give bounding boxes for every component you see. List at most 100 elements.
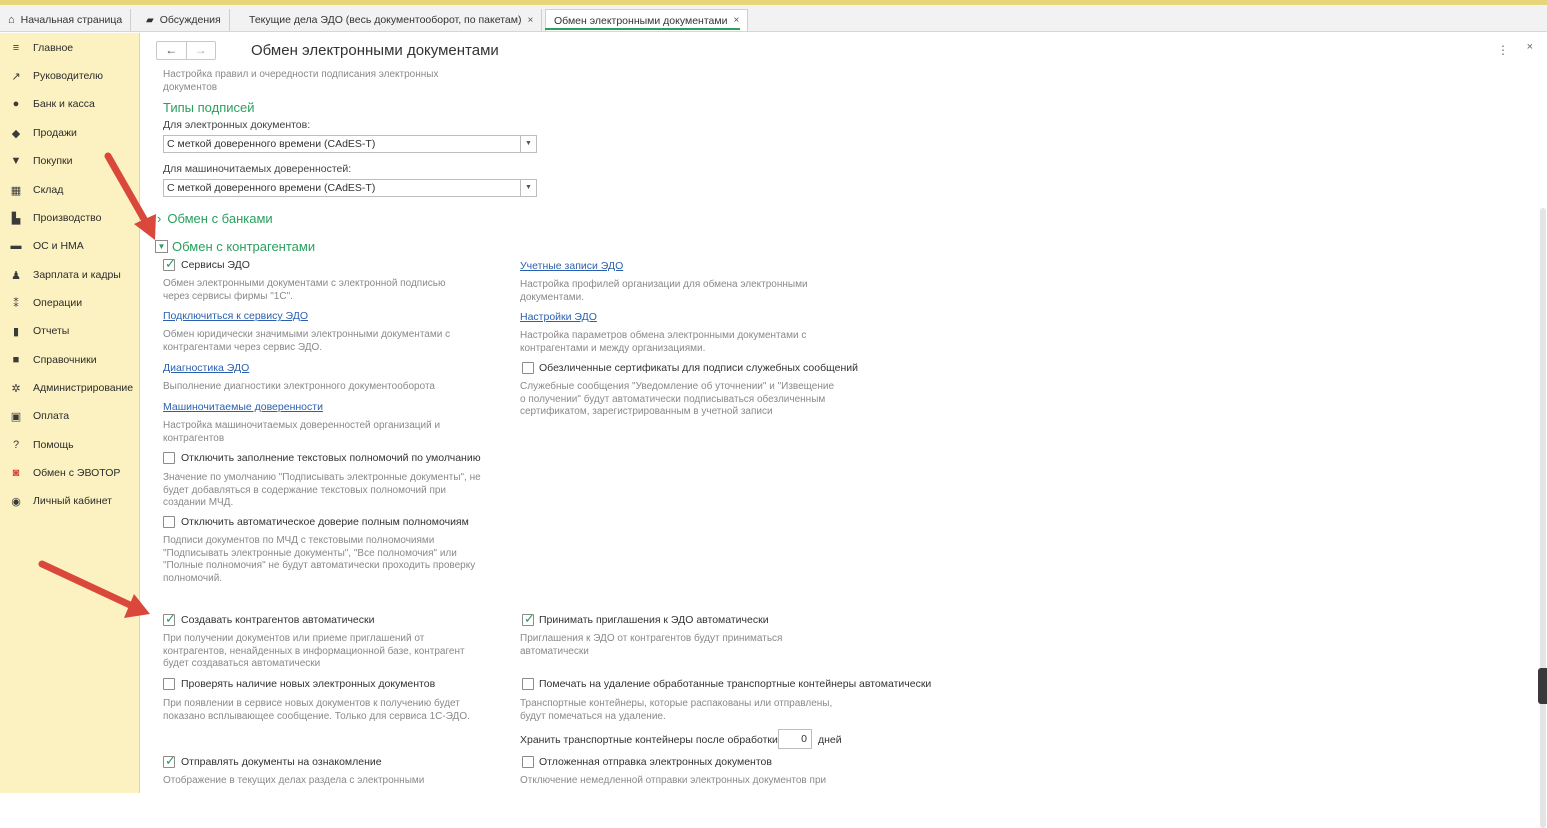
sidebar-item-help[interactable]: ? Помощь (0, 431, 140, 459)
delayed-sending-checkbox[interactable] (522, 756, 534, 768)
mpoa-hint: Настройка машиночитаемых доверенностей о… (163, 420, 441, 444)
intro-hint: Настройка правил и очередности подписани… (163, 69, 439, 93)
create-counterparties-checkbox[interactable] (163, 611, 176, 627)
close-form-icon[interactable]: × (1527, 41, 1533, 53)
bar-chart-icon: ▮ (12, 325, 20, 338)
factory-icon: ▙ (11, 212, 21, 225)
check-new-docs-checkbox[interactable] (163, 678, 175, 690)
tab-discussions[interactable]: ▰ Обсуждения (138, 9, 230, 31)
mpoa-signature-select[interactable]: С меткой доверенного времени (CAdES-T) ▼ (163, 179, 537, 197)
user-circle-icon: ◉ (11, 495, 21, 508)
impersonal-certs-hint: Служебные сообщения "Уведомление об уточ… (520, 381, 835, 417)
accept-invites-checkbox[interactable] (522, 611, 535, 627)
sidebar-item-bank[interactable]: ● Банк и касса (0, 90, 140, 118)
more-icon[interactable]: ⋮ (1497, 43, 1509, 57)
coin-icon: ● (12, 98, 20, 110)
sidebar-item-account[interactable]: ◉ Личный кабинет (0, 487, 140, 515)
sidebar-item-purchases[interactable]: ▼ Покупки (0, 147, 140, 175)
edo-services-hint: Обмен электронными документами с электро… (163, 278, 446, 302)
sidebar-item-directories[interactable]: ■ Справочники (0, 346, 140, 374)
side-panel-handle[interactable] (1538, 668, 1547, 704)
chevron-down-icon[interactable]: ▼ (520, 180, 536, 196)
tab-current-edo-tasks[interactable]: Текущие дела ЭДО (весь документооборот, … (241, 9, 543, 31)
counterparties-section-toggle[interactable]: ▼ Обмен с контрагентами (155, 239, 315, 254)
check-new-docs-label: Проверять наличие новых электронных доку… (181, 678, 436, 690)
trend-icon: ↗ (11, 70, 21, 83)
forward-button[interactable]: → (185, 42, 216, 59)
edo-settings-link[interactable]: Настройки ЭДО (520, 311, 597, 323)
keep-containers-days-input[interactable]: 0 (778, 729, 812, 749)
sidebar-item-production[interactable]: ▙ Производство (0, 204, 140, 232)
edo-accounts-hint: Настройка профилей организации для обмен… (520, 279, 808, 303)
history-nav: ← → (156, 41, 216, 60)
page-title: Обмен электронными документами (251, 42, 499, 59)
accept-invites-hint: Приглашения к ЭДО от контрагентов будут … (520, 633, 783, 657)
sidebar-item-payment[interactable]: ▣ Оплата (0, 402, 140, 430)
edo-services-checkbox[interactable] (163, 256, 176, 272)
delayed-sending-hint: Отключение немедленной отправки электрон… (520, 775, 827, 786)
delayed-sending-label: Отложенная отправка электронных документ… (539, 756, 772, 768)
truck-icon: ▬ (10, 240, 22, 252)
disable-text-powers-checkbox[interactable] (163, 452, 175, 464)
impersonal-certs-checkbox[interactable] (522, 362, 534, 374)
chat-icon: ▰ (146, 14, 154, 26)
gear-icon: ✲ (11, 382, 21, 395)
sidebar-item-admin[interactable]: ✲ Администрирование (0, 374, 140, 402)
sidebar: ≡ Главное ↗ Руководителю ● Банк и касса ◆ Пр… (0, 33, 140, 793)
tab-home[interactable]: ⌂ Начальная страница (0, 9, 132, 31)
menu-icon: ≡ (12, 42, 20, 54)
edo-accounts-link[interactable]: Учетные записи ЭДО (520, 260, 623, 272)
check-new-docs-hint: При появлении в сервисе новых документов… (163, 698, 470, 722)
sidebar-item-main[interactable]: ≡ Главное (0, 34, 140, 62)
sidebar-item-reports[interactable]: ▮ Отчеты (0, 317, 140, 345)
home-icon: ⌂ (8, 14, 15, 26)
chevron-right-icon: › (157, 211, 162, 226)
banks-section-toggle[interactable]: › Обмен с банками (157, 211, 273, 226)
disable-auto-trust-checkbox[interactable] (163, 516, 175, 528)
operations-icon: ⁑ (13, 297, 19, 310)
mpoa-link[interactable]: Машиночитаемые доверенности (163, 401, 323, 413)
disable-text-powers-label: Отключить заполнение текстовых полномочи… (181, 452, 481, 464)
question-icon: ? (12, 439, 20, 451)
bag-icon: ◆ (11, 127, 21, 140)
book-icon: ■ (12, 354, 20, 366)
select-value: С меткой доверенного времени (CAdES-T) (167, 182, 376, 194)
person-icon: ♟ (11, 269, 21, 282)
scrollbar-thumb[interactable] (1540, 208, 1546, 828)
mark-containers-checkbox[interactable] (522, 678, 534, 690)
sidebar-item-manager[interactable]: ↗ Руководителю (0, 62, 140, 90)
sidebar-item-operations[interactable]: ⁑ Операции (0, 289, 140, 317)
create-counterparties-hint: При получении документов или приеме приг… (163, 633, 465, 669)
mpoa-signature-label: Для машиночитаемых доверенностей: (163, 163, 352, 175)
sidebar-item-assets[interactable]: ▬ ОС и НМА (0, 232, 140, 260)
cart-icon: ▼ (10, 155, 22, 167)
edoc-signature-label: Для электронных документов: (163, 119, 311, 131)
close-tab-icon[interactable]: × (527, 15, 533, 26)
sidebar-item-salary[interactable]: ♟ Зарплата и кадры (0, 261, 140, 289)
sidebar-item-sales[interactable]: ◆ Продажи (0, 119, 140, 147)
disable-text-powers-hint: Значение по умолчанию "Подписывать элект… (163, 472, 481, 508)
tab-label: Обсуждения (159, 14, 221, 26)
main-content: ← → Обмен электронными документами ⋮ × Н… (141, 33, 1547, 828)
chevron-down-icon[interactable]: ▼ (520, 136, 536, 152)
send-for-review-label: Отправлять документы на ознакомление (181, 756, 382, 768)
back-button[interactable]: ← (157, 42, 186, 59)
send-for-review-checkbox[interactable] (163, 753, 176, 769)
section-title: Обмен с контрагентами (172, 239, 316, 254)
disable-auto-trust-label: Отключить автоматическое доверие полным … (181, 516, 469, 528)
edo-diagnostics-hint: Выполнение диагностики электронного доку… (163, 381, 435, 392)
connect-edo-hint: Обмен юридически значимыми электронными … (163, 329, 451, 353)
sidebar-item-evotor[interactable]: ◙ Обмен с ЭВОТОР (0, 459, 140, 487)
edo-settings-hint: Настройка параметров обмена электронными… (520, 330, 807, 354)
edo-services-label: Сервисы ЭДО (181, 259, 250, 271)
tab-label: Обмен электронными документами (554, 14, 728, 27)
connect-edo-link[interactable]: Подключиться к сервису ЭДО (163, 310, 308, 322)
edoc-signature-select[interactable]: С меткой доверенного времени (CAdES-T) ▼ (163, 135, 537, 153)
section-title: Обмен с банками (167, 211, 273, 226)
edo-diagnostics-link[interactable]: Диагностика ЭДО (163, 362, 249, 374)
sidebar-item-warehouse[interactable]: ▦ Склад (0, 176, 140, 204)
days-unit-label: дней (818, 734, 842, 746)
close-tab-icon[interactable]: × (733, 15, 739, 26)
mark-containers-label: Помечать на удаление обработанные трансп… (539, 678, 932, 690)
evotor-icon: ◙ (12, 467, 20, 479)
